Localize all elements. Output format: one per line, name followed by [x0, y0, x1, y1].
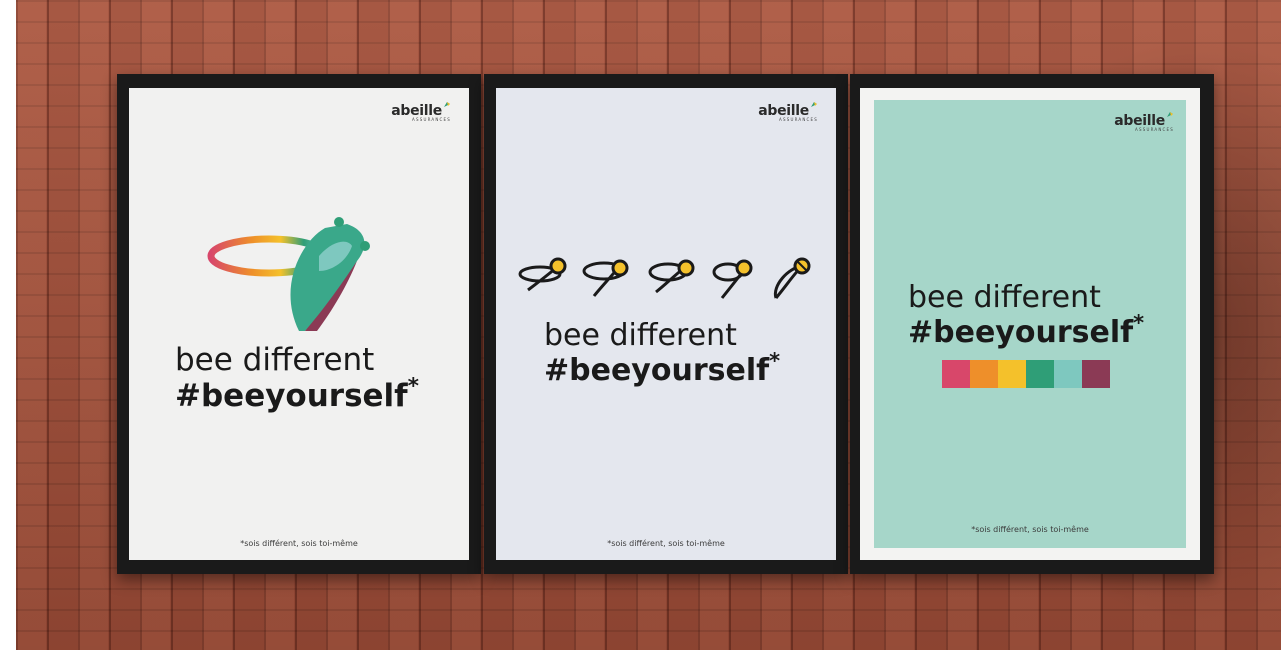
poster-3-border: abeille ASSURANCES bee different #beeyou… — [860, 88, 1200, 560]
headline: bee different #beeyourself* — [544, 318, 836, 388]
poster-frame-3: abeille ASSURANCES bee different #beeyou… — [850, 74, 1214, 574]
bee-logo-icon — [444, 102, 450, 107]
bee-icon — [582, 259, 629, 297]
footnote: *sois différent, sois toi-même — [240, 539, 358, 548]
footnote: *sois différent, sois toi-même — [971, 525, 1089, 534]
swatch-plum — [1082, 360, 1110, 388]
brand-logo: abeille ASSURANCES — [1114, 110, 1174, 132]
headline-bold: #beeyourself* — [544, 349, 781, 388]
brand-logo: abeille ASSURANCES — [758, 100, 818, 122]
swatch-green — [1026, 360, 1054, 388]
bee-logo-icon — [811, 102, 817, 107]
poster-3: abeille ASSURANCES bee different #beeyou… — [874, 100, 1186, 548]
headline-light: bee different — [544, 318, 737, 353]
poster-frame-2: abeille ASSURANCES bee different #beeyou… — [484, 74, 848, 574]
headline-light: bee different — [908, 280, 1101, 315]
swatch-orange — [970, 360, 998, 388]
brand-logo: abeille ASSURANCES — [391, 100, 451, 122]
headline-bold: #beeyourself* — [175, 374, 420, 414]
color-swatches — [942, 360, 1110, 388]
headline-bold: #beeyourself* — [908, 311, 1145, 350]
swatch-pink — [942, 360, 970, 388]
ring-icon — [207, 217, 370, 331]
bee-logo-icon — [1167, 112, 1173, 117]
poster-1: abeille ASSURANCES bee different #beeyou… — [129, 88, 469, 560]
bee-icon — [773, 257, 811, 299]
bee-icon — [648, 259, 695, 294]
headline-light: bee different — [175, 342, 375, 378]
headline: bee different #beeyourself* — [175, 342, 469, 414]
footnote: *sois différent, sois toi-même — [607, 539, 725, 548]
bee-icon — [712, 259, 753, 299]
bee-sequence-icon — [518, 257, 811, 299]
swatch-yellow — [998, 360, 1026, 388]
headline: bee different #beeyourself* — [908, 280, 1186, 350]
poster-frame-1: abeille ASSURANCES bee different #beeyou… — [117, 74, 481, 574]
swatch-teal — [1054, 360, 1082, 388]
bee-icon — [518, 257, 567, 292]
poster-2: abeille ASSURANCES bee different #beeyou… — [496, 88, 836, 560]
